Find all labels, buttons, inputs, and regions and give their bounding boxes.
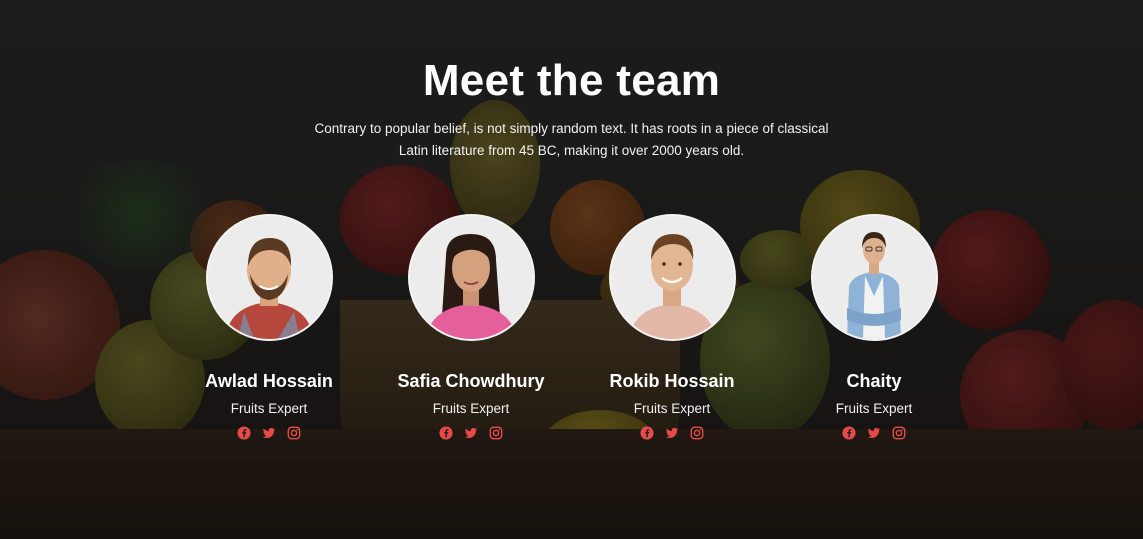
social-links — [371, 425, 571, 440]
member-role: Fruits Expert — [432, 401, 510, 416]
member-name: Safia Chowdhury — [397, 371, 545, 391]
facebook-icon[interactable] — [842, 425, 857, 440]
twitter-icon[interactable] — [464, 425, 479, 440]
avatar — [205, 214, 333, 341]
instagram-icon[interactable] — [489, 425, 504, 440]
twitter-icon[interactable] — [867, 425, 882, 440]
instagram-icon[interactable] — [287, 425, 302, 440]
team-member-card: Awlad Hossain Fruits Expert — [169, 214, 369, 440]
team-member-card: Safia Chowdhury Fruits Expert — [371, 214, 571, 440]
team-member-card: Rokib Hossain Fruits Expert — [572, 214, 772, 440]
member-role: Fruits Expert — [230, 401, 308, 416]
facebook-icon[interactable] — [237, 425, 252, 440]
team-member-card: Chaity Fruits Expert — [774, 214, 974, 440]
twitter-icon[interactable] — [665, 425, 680, 440]
instagram-icon[interactable] — [690, 425, 705, 440]
avatar — [407, 214, 535, 341]
team-grid: Awlad Hossain Fruits Expert Safia Chowdh… — [0, 214, 1143, 464]
social-links — [169, 425, 369, 440]
member-role: Fruits Expert — [633, 401, 711, 416]
facebook-icon[interactable] — [439, 425, 454, 440]
avatar — [810, 214, 938, 341]
avatar — [608, 214, 736, 341]
member-role: Fruits Expert — [835, 401, 913, 416]
page-title: Meet the team — [422, 56, 721, 105]
twitter-icon[interactable] — [262, 425, 277, 440]
instagram-icon[interactable] — [892, 425, 907, 440]
section-description: Contrary to popular belief, is not simpl… — [314, 121, 829, 158]
member-name: Rokib Hossain — [609, 371, 735, 391]
member-name: Chaity — [846, 371, 902, 391]
member-name: Awlad Hossain — [205, 371, 333, 391]
social-links — [572, 425, 772, 440]
social-links — [774, 425, 974, 440]
facebook-icon[interactable] — [640, 425, 655, 440]
